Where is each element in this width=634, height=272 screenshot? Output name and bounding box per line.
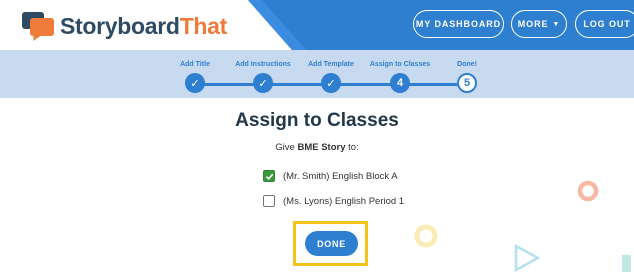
logo-text-that: That bbox=[179, 12, 228, 39]
wizard-progress-line bbox=[195, 83, 400, 86]
storyboardthat-logo[interactable]: StoryboardThat bbox=[22, 11, 227, 41]
decorative-triangle-icon bbox=[514, 243, 541, 272]
step-1-complete-check-icon[interactable]: ✓ bbox=[185, 73, 205, 93]
checkmark-icon bbox=[265, 173, 273, 180]
my-dashboard-label: MY DASHBOARD bbox=[415, 19, 502, 29]
decorative-teal-bar-icon bbox=[622, 255, 631, 272]
wizard-progress-bar bbox=[0, 50, 634, 98]
class-checkbox-unchecked[interactable] bbox=[263, 195, 275, 207]
my-dashboard-button[interactable]: MY DASHBOARD bbox=[413, 10, 504, 38]
decorative-yellow-ring-icon bbox=[414, 224, 438, 248]
subtitle-prefix: Give bbox=[275, 142, 298, 153]
class-checkbox-checked[interactable] bbox=[263, 170, 275, 182]
step-3-complete-check-icon[interactable]: ✓ bbox=[321, 73, 341, 93]
more-menu-button[interactable]: MORE ▼ bbox=[511, 10, 567, 38]
class-label: (Mr. Smith) English Block A bbox=[283, 170, 398, 182]
page-title: Assign to Classes bbox=[235, 110, 399, 131]
done-button[interactable]: DONE bbox=[305, 231, 358, 256]
class-option-row[interactable]: (Mr. Smith) English Block A bbox=[263, 170, 398, 182]
step-label-add-instructions: Add Instructions bbox=[235, 61, 291, 68]
step-label-add-title: Add Title bbox=[180, 61, 210, 68]
step-4-number[interactable]: 4 bbox=[390, 73, 410, 93]
step-label-add-template: Add Template bbox=[308, 61, 354, 68]
log-out-label: LOG OUT bbox=[583, 19, 631, 29]
more-label: MORE bbox=[517, 19, 549, 29]
log-out-button[interactable]: LOG OUT bbox=[575, 10, 634, 38]
story-name: BME Story bbox=[297, 142, 346, 153]
step-5-number[interactable]: 5 bbox=[457, 73, 477, 93]
done-label: DONE bbox=[317, 238, 346, 249]
caret-down-icon: ▼ bbox=[552, 20, 561, 28]
speech-bubble-logo-icon bbox=[22, 12, 54, 41]
top-header: StoryboardThat MY DASHBOARD MORE ▼ LOG O… bbox=[0, 0, 634, 50]
class-option-row[interactable]: (Ms. Lyons) English Period 1 bbox=[263, 195, 404, 207]
step-label-done: Done! bbox=[457, 61, 477, 68]
logo-text-storyboard: Storyboard bbox=[60, 12, 180, 39]
assign-subtitle: Give BME Story to: bbox=[0, 142, 634, 153]
class-label: (Ms. Lyons) English Period 1 bbox=[283, 195, 405, 207]
subtitle-suffix: to: bbox=[345, 142, 359, 153]
decorative-orange-ring-icon bbox=[577, 180, 599, 202]
step-2-complete-check-icon[interactable]: ✓ bbox=[253, 73, 273, 93]
step-label-assign-to-classes: Assign to Classes bbox=[369, 61, 431, 68]
